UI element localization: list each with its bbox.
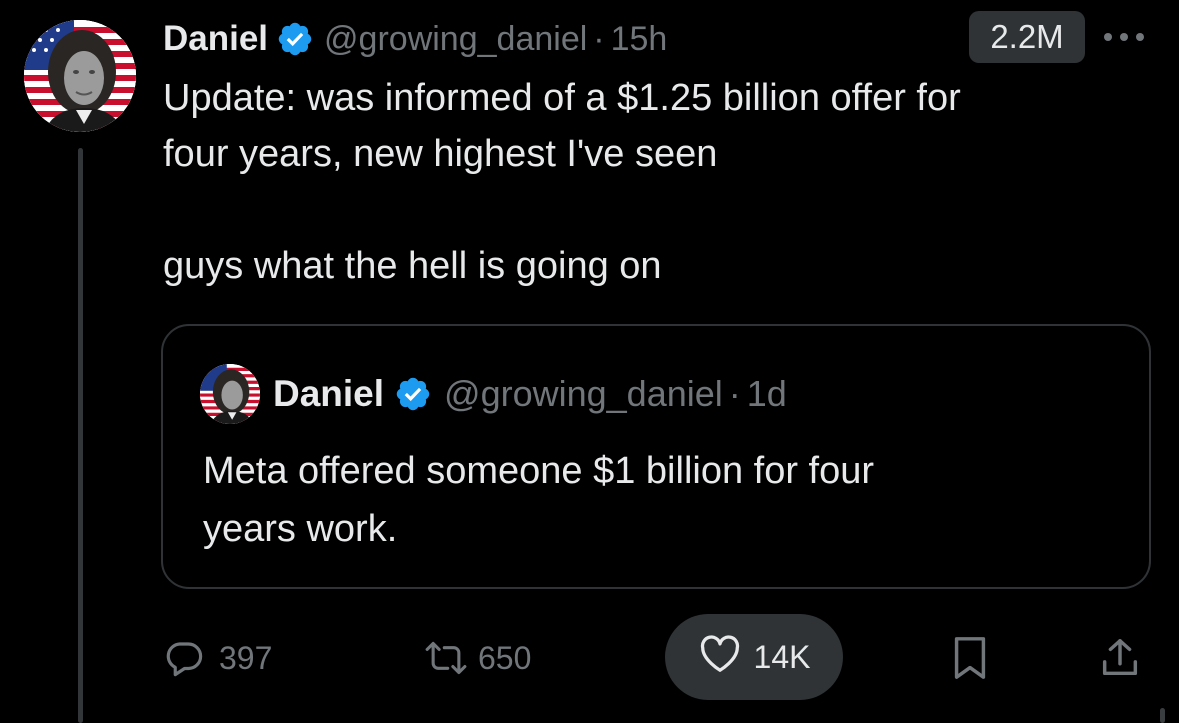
like-count: 14K bbox=[753, 638, 811, 675]
views-count-badge: 2.2M bbox=[969, 11, 1085, 63]
reply-button[interactable]: 397 bbox=[163, 612, 272, 704]
tweet-text: Update: was informed of a $1.25 billion … bbox=[163, 70, 1163, 294]
scrollbar[interactable] bbox=[1160, 708, 1165, 723]
quoted-author-handle[interactable]: @growing_daniel bbox=[444, 373, 723, 415]
repost-arrows-icon bbox=[422, 637, 470, 679]
quoted-text-line: Meta offered someone $1 billion for four bbox=[203, 450, 875, 492]
quoted-tweet-timestamp[interactable]: 1d bbox=[747, 373, 787, 415]
heart-icon bbox=[698, 633, 742, 681]
author-avatar[interactable] bbox=[24, 20, 136, 132]
more-horizontal-icon[interactable] bbox=[1100, 22, 1148, 52]
tweet-timestamp[interactable]: 15h bbox=[611, 20, 668, 59]
repost-button[interactable]: 650 bbox=[422, 612, 531, 704]
quoted-author-avatar[interactable] bbox=[200, 364, 260, 424]
repost-count: 650 bbox=[478, 639, 532, 676]
bookmark-icon bbox=[950, 635, 990, 681]
share-button[interactable] bbox=[1098, 612, 1142, 704]
verified-badge-icon[interactable] bbox=[276, 20, 314, 58]
tweet-text-line: guys what the hell is going on bbox=[163, 245, 662, 287]
reply-bubble-icon bbox=[163, 637, 205, 679]
quoted-tweet-header: Daniel @growing_daniel · 1d bbox=[273, 370, 787, 418]
quoted-tweet-text: Meta offered someone $1 billion for four… bbox=[203, 442, 1103, 558]
tweet-text-line: four years, new highest I've seen bbox=[163, 133, 718, 175]
verified-badge-icon[interactable] bbox=[394, 375, 432, 413]
author-handle[interactable]: @growing_daniel bbox=[324, 20, 587, 59]
bookmark-button[interactable] bbox=[950, 612, 990, 704]
share-upload-icon bbox=[1098, 635, 1142, 681]
tweet-action-bar: 397 650 14K bbox=[0, 612, 1179, 704]
reply-count: 397 bbox=[219, 639, 273, 676]
like-button[interactable]: 14K bbox=[665, 614, 843, 700]
separator-dot: · bbox=[593, 19, 605, 58]
quoted-tweet-card[interactable]: Daniel @growing_daniel · 1d Meta offered… bbox=[161, 324, 1151, 589]
avatar-image bbox=[200, 364, 260, 424]
quoted-author-display-name[interactable]: Daniel bbox=[273, 373, 384, 415]
tweet-text-line: Update: was informed of a $1.25 billion … bbox=[163, 77, 961, 119]
avatar-image bbox=[24, 20, 136, 132]
author-display-name[interactable]: Daniel bbox=[163, 19, 268, 59]
tweet-header: Daniel @growing_daniel · 15h bbox=[163, 14, 667, 64]
separator-dot: · bbox=[728, 373, 741, 414]
quoted-text-line: years work. bbox=[203, 508, 398, 550]
